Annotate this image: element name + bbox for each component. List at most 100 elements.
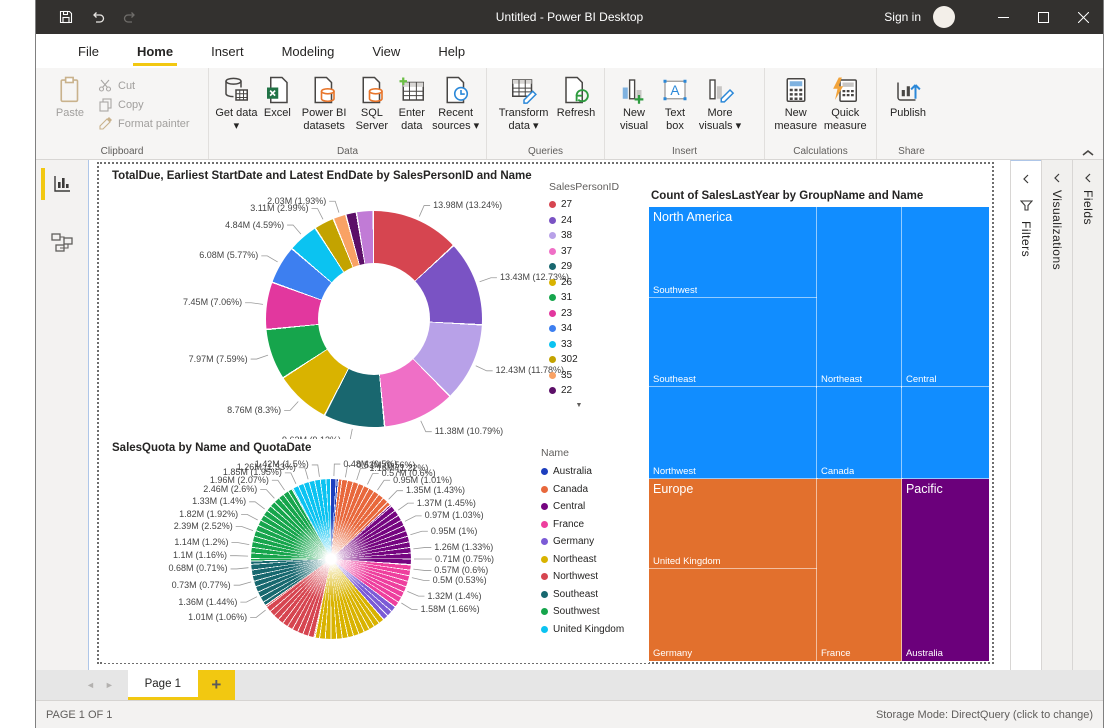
legend-item[interactable]: United Kingdom bbox=[541, 621, 624, 639]
powerbi-datasets-button[interactable]: Power BI datasets bbox=[297, 72, 352, 132]
menu-view[interactable]: View bbox=[370, 37, 402, 66]
treemap-cell-canada[interactable]: Canada bbox=[817, 387, 902, 480]
legend-item[interactable]: 37 bbox=[549, 244, 619, 260]
get-data-button[interactable]: Get data ▾ bbox=[215, 72, 258, 132]
data-label: 1.01M (1.06%) bbox=[188, 612, 247, 622]
report-view-button[interactable] bbox=[36, 164, 88, 204]
add-page-button[interactable]: + bbox=[198, 670, 235, 700]
new-measure-button[interactable]: New measure bbox=[771, 72, 821, 132]
report-canvas: TotalDue, Earliest StartDate and Latest … bbox=[89, 160, 1010, 670]
legend-item[interactable]: Northeast bbox=[541, 551, 624, 569]
expand-filters-icon[interactable] bbox=[1021, 171, 1031, 181]
sql-server-button[interactable]: SQL Server bbox=[351, 72, 392, 132]
data-label: 1.1M (1.16%) bbox=[173, 550, 227, 560]
treemap-cell-southeast[interactable]: Southeast bbox=[649, 298, 817, 387]
legend-item[interactable]: 35 bbox=[549, 368, 619, 384]
legend-item-label: 23 bbox=[561, 308, 572, 319]
maximize-button[interactable] bbox=[1023, 0, 1063, 34]
save-icon[interactable] bbox=[58, 9, 74, 25]
copy-button[interactable]: Copy bbox=[98, 97, 190, 112]
legend-item[interactable]: Southwest bbox=[541, 603, 624, 621]
close-button[interactable] bbox=[1063, 0, 1103, 34]
legend-item[interactable]: 34 bbox=[549, 321, 619, 337]
legend-item[interactable]: 29 bbox=[549, 259, 619, 275]
paste-button[interactable]: Paste bbox=[42, 72, 98, 120]
minimize-button[interactable] bbox=[983, 0, 1023, 34]
enter-data-button[interactable]: Enter data bbox=[392, 72, 431, 132]
legend-item[interactable]: Central bbox=[541, 498, 624, 516]
legend-color-dot bbox=[549, 263, 556, 270]
transform-data-button[interactable]: Transform data ▾ bbox=[493, 72, 554, 132]
data-label: 2.46M (2.6%) bbox=[203, 484, 257, 494]
menu-help[interactable]: Help bbox=[436, 37, 467, 66]
legend-item[interactable]: 23 bbox=[549, 306, 619, 322]
legend-item[interactable]: 302 bbox=[549, 352, 619, 368]
quick-measure-button[interactable]: Quick measure bbox=[821, 72, 871, 132]
refresh-button[interactable]: Refresh bbox=[554, 72, 598, 120]
treemap-cell-northwest[interactable]: Northwest bbox=[649, 387, 817, 480]
report-page[interactable]: TotalDue, Earliest StartDate and Latest … bbox=[97, 162, 994, 664]
new-visual-button[interactable]: New visual bbox=[611, 72, 657, 132]
legend-item[interactable]: 33 bbox=[549, 337, 619, 353]
legend-item-label: 34 bbox=[561, 323, 572, 334]
treemap-cell-northeast[interactable]: Northeast bbox=[817, 207, 902, 387]
visualizations-panel-collapsed[interactable]: Visualizations bbox=[1041, 160, 1072, 670]
more-visuals-button[interactable]: More visuals ▾ bbox=[693, 72, 747, 132]
treemap-cell-label: Australia bbox=[906, 648, 943, 659]
format-painter-button[interactable]: Format painter bbox=[98, 116, 190, 131]
page-tab[interactable]: Page 1 bbox=[128, 670, 198, 700]
excel-button[interactable]: Excel bbox=[258, 72, 297, 120]
legend-item[interactable]: 24 bbox=[549, 213, 619, 229]
legend-item[interactable]: Germany bbox=[541, 533, 624, 551]
expand-visualizations-icon[interactable] bbox=[1052, 170, 1062, 180]
filters-panel-collapsed[interactable]: Filters bbox=[1010, 160, 1041, 670]
legend-item[interactable]: Canada bbox=[541, 481, 624, 499]
donut-chart-visual[interactable]: TotalDue, Earliest StartDate and Latest … bbox=[104, 167, 649, 439]
treemap-cell-france[interactable]: France bbox=[817, 479, 902, 661]
treemap-cell[interactable] bbox=[902, 387, 989, 480]
legend-item[interactable]: 38 bbox=[549, 228, 619, 244]
treemap-cell-germany[interactable]: Germany bbox=[649, 569, 817, 661]
collapse-ribbon-button[interactable] bbox=[1081, 145, 1095, 155]
expand-fields-icon[interactable] bbox=[1083, 170, 1093, 180]
data-label: 6.08M (5.77%) bbox=[199, 250, 258, 260]
view-sidebar bbox=[36, 160, 89, 670]
legend-item[interactable]: Southeast bbox=[541, 586, 624, 604]
undo-icon[interactable] bbox=[90, 9, 106, 25]
legend-overflow-arrow[interactable]: ▼ bbox=[549, 402, 609, 409]
menu-modeling[interactable]: Modeling bbox=[280, 37, 337, 66]
recent-sources-button[interactable]: Recent sources ▾ bbox=[431, 72, 480, 132]
legend-item[interactable]: 31 bbox=[549, 290, 619, 306]
data-label: 11.38M (10.79%) bbox=[435, 426, 503, 436]
treemap-cell-australia[interactable]: PacificAustralia bbox=[902, 479, 989, 661]
treemap-visual[interactable]: Count of SalesLastYear by GroupName and … bbox=[649, 190, 990, 662]
treemap-cell-central[interactable]: Central bbox=[902, 207, 989, 387]
legend-item[interactable]: 22 bbox=[549, 383, 619, 399]
menu-home[interactable]: Home bbox=[135, 37, 175, 66]
menu-insert[interactable]: Insert bbox=[209, 37, 246, 66]
legend-item[interactable]: Northwest bbox=[541, 568, 624, 586]
treemap-cell-united-kingdom[interactable]: EuropeUnited Kingdom bbox=[649, 479, 817, 569]
legend-item[interactable]: Australia bbox=[541, 463, 624, 481]
legend-item[interactable]: France bbox=[541, 516, 624, 534]
data-label: 7.97M (7.59%) bbox=[189, 354, 248, 364]
legend-item-label: 24 bbox=[561, 215, 572, 226]
prev-page-arrow[interactable]: ◄ bbox=[86, 680, 95, 690]
publish-button[interactable]: Publish bbox=[883, 72, 933, 120]
fields-panel-collapsed[interactable]: Fields bbox=[1072, 160, 1103, 670]
next-page-arrow[interactable]: ► bbox=[105, 680, 114, 690]
sign-in-button[interactable]: Sign in bbox=[884, 10, 921, 24]
storage-mode-status[interactable]: Storage Mode: DirectQuery (click to chan… bbox=[876, 709, 1093, 721]
pie-chart-visual[interactable]: SalesQuota by Name and QuotaDate 0.48M (… bbox=[104, 439, 649, 663]
legend-item[interactable]: 27 bbox=[549, 197, 619, 213]
treemap-cell-southwest[interactable]: North AmericaSouthwest bbox=[649, 207, 817, 298]
model-view-button[interactable] bbox=[36, 222, 88, 262]
filter-funnel-icon bbox=[1020, 199, 1033, 211]
avatar[interactable] bbox=[933, 6, 955, 28]
text-box-button[interactable]: A Text box bbox=[657, 72, 693, 132]
cut-button[interactable]: Cut bbox=[98, 78, 190, 93]
menu-file[interactable]: File bbox=[76, 37, 101, 66]
page-tab-bar: ◄ ► Page 1 + bbox=[36, 670, 1103, 700]
legend-item[interactable]: 26 bbox=[549, 275, 619, 291]
table-pencil-icon bbox=[509, 75, 539, 105]
